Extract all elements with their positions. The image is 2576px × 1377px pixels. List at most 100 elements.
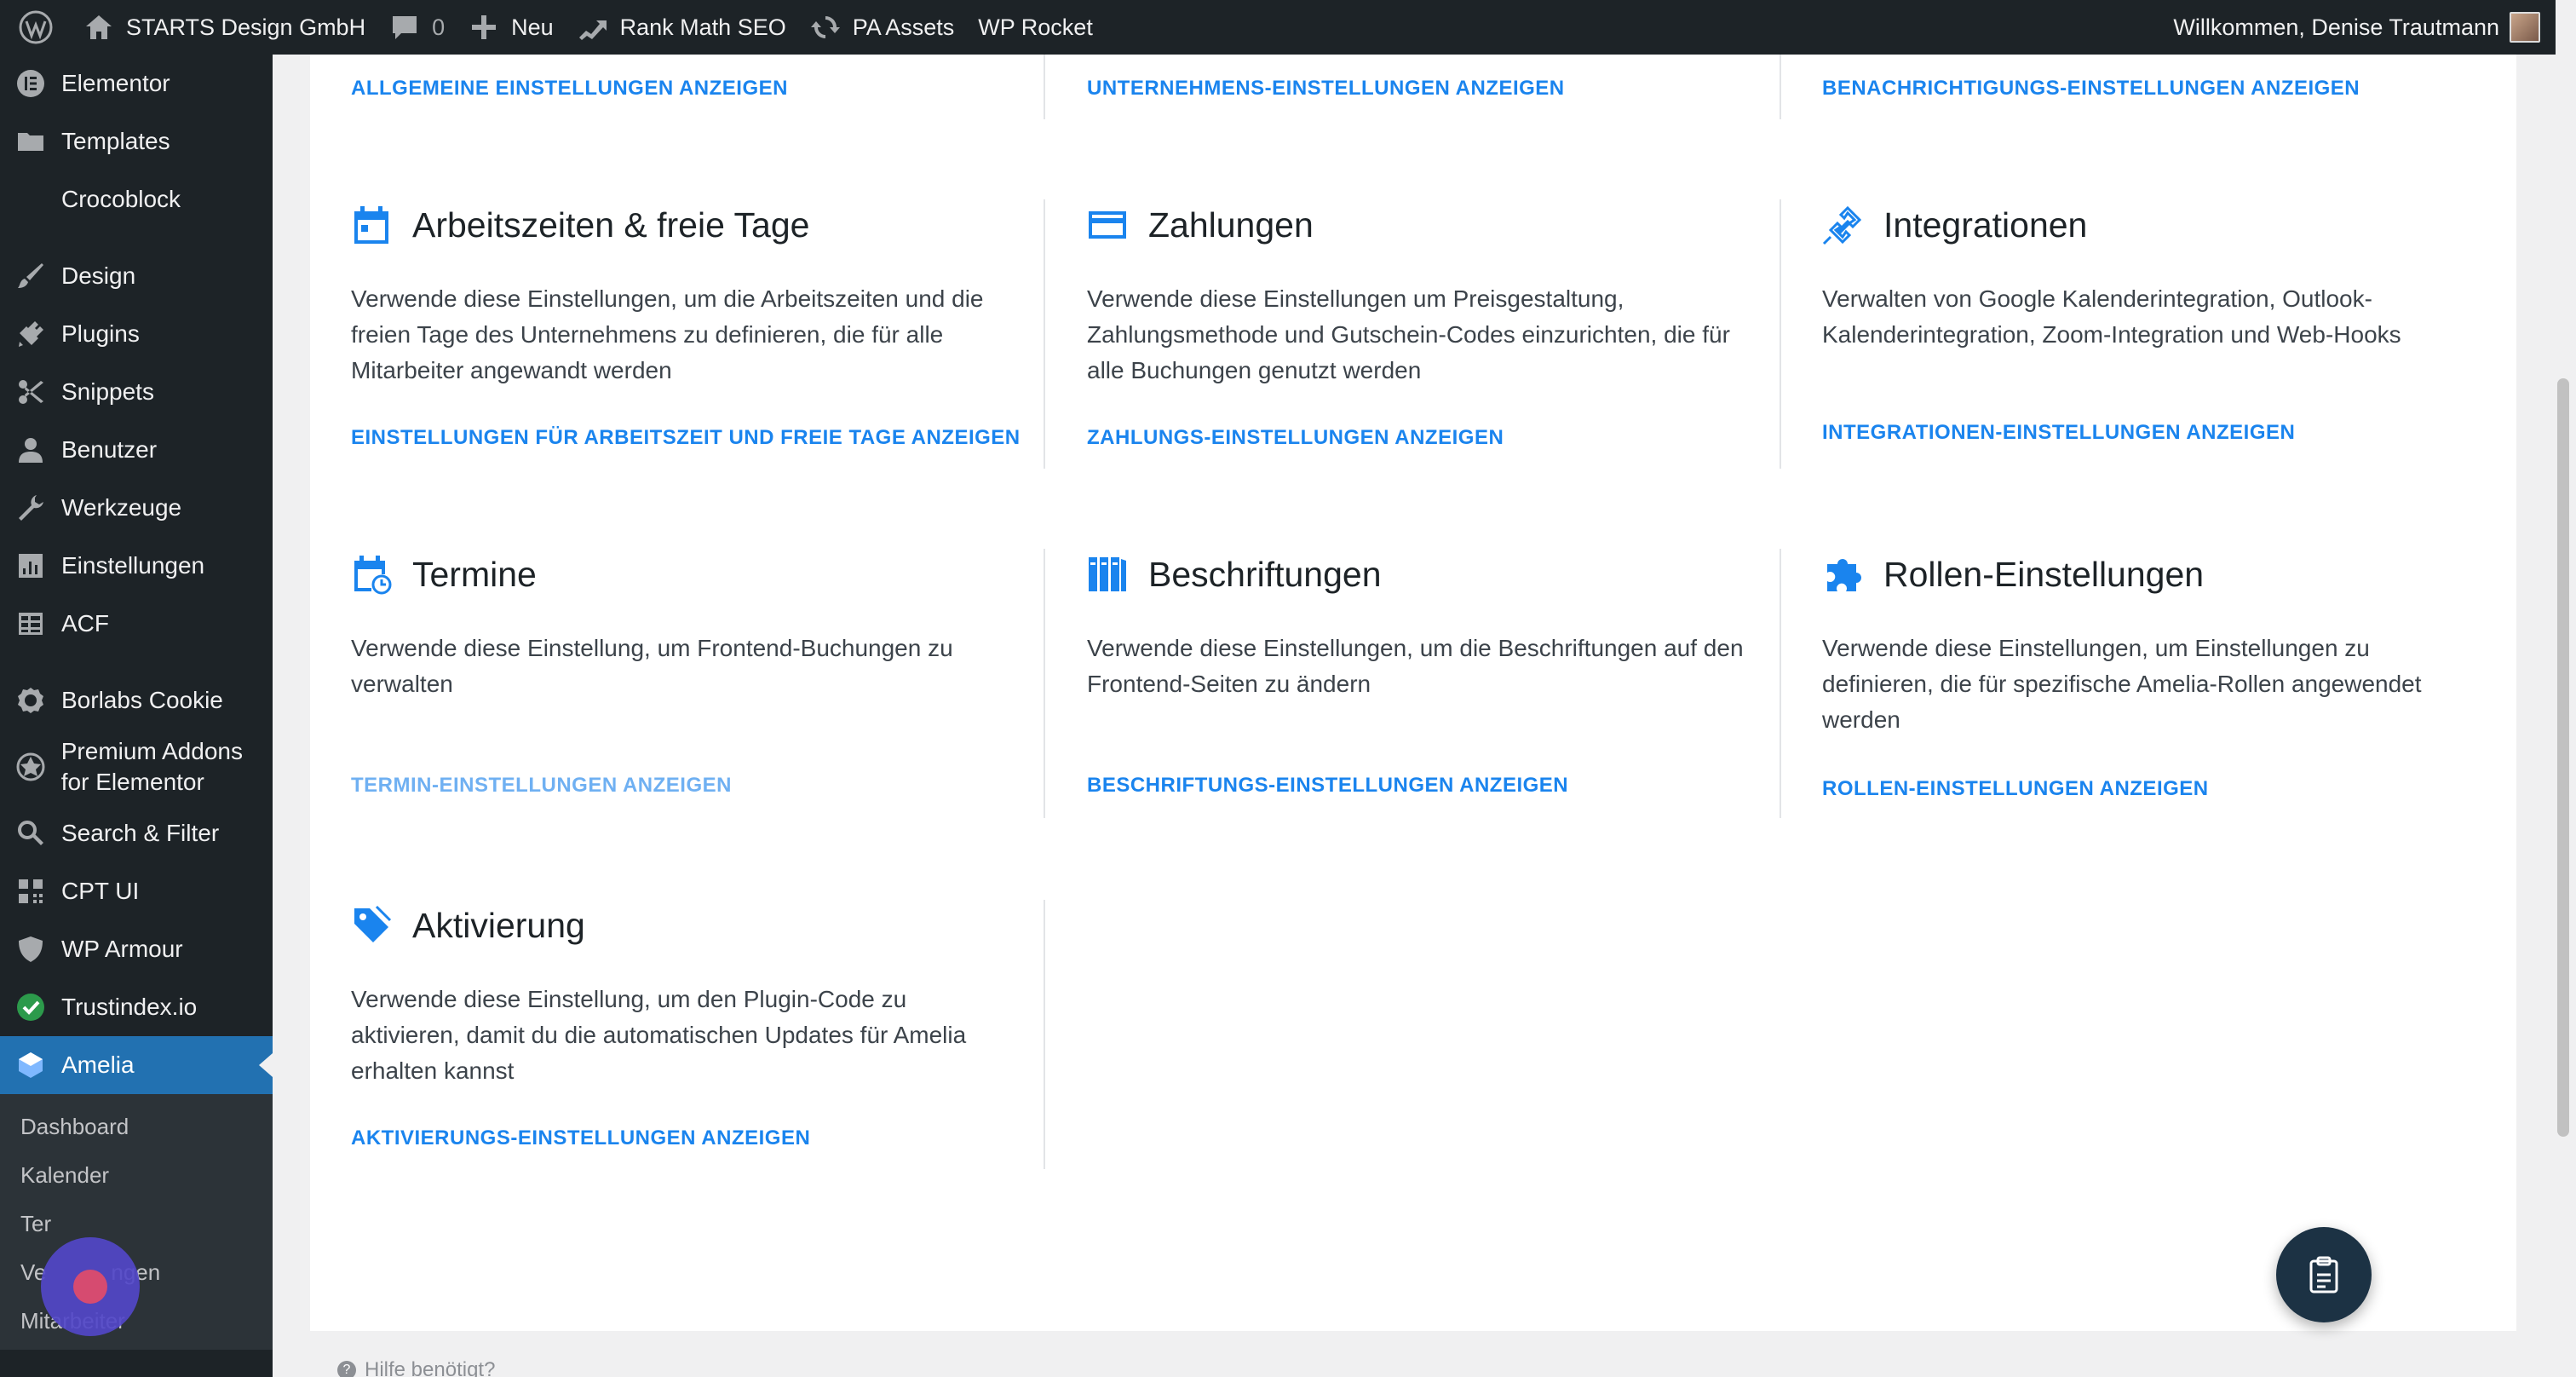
- admin-sidebar: Elementor Templates Crocoblock Design Pl…: [0, 55, 273, 1377]
- divider: [1780, 199, 1781, 469]
- addons-icon: [15, 752, 46, 782]
- sidebar-item-trustindex[interactable]: Trustindex.io: [0, 978, 273, 1036]
- card-description: Verwende diese Einstellungen um Preisges…: [1087, 285, 1730, 383]
- calendar-clock-icon: [351, 554, 392, 595]
- amelia-submenu: Dashboard Kalender Ter Ve ngen Mitarbeit…: [0, 1094, 273, 1350]
- sidebar-item-templates[interactable]: Templates: [0, 112, 273, 170]
- card-description: Verwende diese Einstellung, um den Plugi…: [351, 986, 967, 1084]
- card-labels: Beschriftungen Verwende diese Einstellun…: [1087, 549, 1751, 804]
- comments-link[interactable]: 0: [377, 0, 457, 55]
- calendar-icon: [351, 205, 392, 245]
- books-icon: [1087, 554, 1128, 595]
- account-menu[interactable]: Willkommen, Denise Trautmann: [2161, 0, 2556, 55]
- divider: [1044, 900, 1045, 1169]
- settings-icon: [15, 550, 46, 581]
- general-settings-link[interactable]: ALLGEMEINE EINSTELLUNGEN ANZEIGEN: [351, 77, 788, 101]
- sidebar-item-amelia[interactable]: Amelia: [0, 1036, 273, 1094]
- new-content-link[interactable]: Neu: [457, 0, 566, 55]
- submenu-item-termine[interactable]: Ter: [0, 1200, 273, 1248]
- card-description: Verwende diese Einstellungen, um Einstel…: [1822, 635, 2422, 733]
- puzzle-icon: [1822, 554, 1863, 595]
- rank-math-link[interactable]: Rank Math SEO: [566, 0, 798, 55]
- sidebar-item-elementor[interactable]: Elementor: [0, 55, 273, 112]
- sidebar-item-wp-armour[interactable]: WP Armour: [0, 920, 273, 978]
- sidebar-item-einstellungen[interactable]: Einstellungen: [0, 537, 273, 595]
- sidebar-item-cpt-ui[interactable]: CPT UI: [0, 862, 273, 920]
- comments-count: 0: [432, 14, 446, 40]
- card-roles: Rollen-Einstellungen Verwende diese Eins…: [1822, 549, 2487, 804]
- admin-bar: STARTS Design GmbH 0 Neu Rank Math SEO P…: [0, 0, 2556, 55]
- card-integrations: Integrationen Verwalten von Google Kalen…: [1822, 199, 2487, 455]
- submenu-item-kalender[interactable]: Kalender: [0, 1151, 273, 1200]
- comment-icon: [393, 16, 417, 39]
- card-payments: Zahlungen Verwende diese Einstellungen u…: [1087, 199, 1751, 455]
- credit-card-icon: [1087, 205, 1128, 245]
- check-circle-icon: [15, 992, 46, 1023]
- plug-icon: [15, 319, 46, 349]
- card-description: Verwende diese Einstellungen, um die Bes…: [1087, 635, 1744, 697]
- site-name-link[interactable]: STARTS Design GmbH: [72, 0, 377, 55]
- submenu-item-dashboard[interactable]: Dashboard: [0, 1103, 273, 1151]
- card-title: Beschriftungen: [1148, 554, 1382, 594]
- clipboard-icon: [2309, 1256, 2338, 1293]
- labels-settings-link[interactable]: BESCHRIFTUNGS-EINSTELLUNGEN ANZEIGEN: [1087, 774, 1568, 798]
- help-link[interactable]: ? Hilfe benötigt?: [337, 1358, 495, 1377]
- elementor-icon: [15, 68, 46, 99]
- refresh-icon: [810, 16, 840, 38]
- notifications-settings-link[interactable]: BENACHRICHTIGUNGS-EINSTELLUNGEN ANZEIGEN: [1822, 77, 2360, 101]
- user-icon: [15, 435, 46, 465]
- shield-icon: [15, 934, 46, 965]
- company-settings-link[interactable]: UNTERNEHMENS-EINSTELLUNGEN ANZEIGEN: [1087, 77, 1565, 101]
- grid-icon: [15, 608, 46, 639]
- card-description: Verwende diese Einstellung, um Frontend-…: [351, 635, 953, 697]
- card-title: Arbeitszeiten & freie Tage: [412, 205, 810, 245]
- wrench-icon: [15, 493, 46, 523]
- recording-indicator[interactable]: [41, 1237, 140, 1336]
- crocoblock-icon: [15, 184, 46, 215]
- card-title: Aktivierung: [412, 905, 585, 945]
- wordpress-logo-icon[interactable]: [0, 0, 72, 55]
- sidebar-item-werkzeuge[interactable]: Werkzeuge: [0, 479, 273, 537]
- scrollbar-thumb[interactable]: [2557, 378, 2569, 1137]
- sidebar-item-benutzer[interactable]: Benutzer: [0, 421, 273, 479]
- brush-icon: [15, 261, 46, 291]
- clipboard-fab-button[interactable]: [2276, 1227, 2372, 1322]
- divider: [1780, 55, 1781, 119]
- divider: [1044, 549, 1045, 818]
- card-title: Rollen-Einstellungen: [1883, 554, 2205, 594]
- tag-icon: [351, 905, 392, 946]
- integrations-settings-link[interactable]: INTEGRATIONEN-EINSTELLUNGEN ANZEIGEN: [1822, 421, 2295, 445]
- payments-settings-link[interactable]: ZAHLUNGS-EINSTELLUNGEN ANZEIGEN: [1087, 426, 1504, 450]
- sidebar-item-snippets[interactable]: Snippets: [0, 363, 273, 421]
- home-icon: [86, 15, 112, 39]
- work-hours-settings-link[interactable]: EINSTELLUNGEN FÜR ARBEITSZEIT UND FREIE …: [351, 426, 1021, 450]
- search-icon: [15, 818, 46, 849]
- cookie-icon: [15, 685, 46, 716]
- divider: [1044, 199, 1045, 469]
- help-icon: ?: [337, 1361, 356, 1377]
- plus-icon: [472, 15, 497, 39]
- link-icon: [1822, 205, 1863, 245]
- sidebar-item-borlabs-cookie[interactable]: Borlabs Cookie: [0, 671, 273, 729]
- record-dot-icon: [73, 1270, 107, 1304]
- roles-settings-link[interactable]: ROLLEN-EINSTELLUNGEN ANZEIGEN: [1822, 777, 2209, 801]
- activation-settings-link[interactable]: AKTIVIERUNGS-EINSTELLUNGEN ANZEIGEN: [351, 1126, 810, 1150]
- sidebar-item-plugins[interactable]: Plugins: [0, 305, 273, 363]
- amelia-icon: [15, 1050, 46, 1080]
- sidebar-item-crocoblock[interactable]: Crocoblock: [0, 170, 273, 228]
- folder-icon: [15, 126, 46, 157]
- rank-math-icon: [578, 20, 607, 40]
- scissors-icon: [15, 377, 46, 407]
- sidebar-item-search-filter[interactable]: Search & Filter: [0, 804, 273, 862]
- card-activation: Aktivierung Verwende diese Einstellung, …: [351, 900, 1015, 1155]
- page-scrollbar[interactable]: [2550, 55, 2576, 1377]
- sidebar-item-design[interactable]: Design: [0, 247, 273, 305]
- appointments-settings-link[interactable]: TERMIN-EINSTELLUNGEN ANZEIGEN: [351, 774, 732, 798]
- divider: [1780, 549, 1781, 818]
- card-appointments: Termine Verwende diese Einstellung, um F…: [351, 549, 1015, 804]
- sidebar-item-premium-addons[interactable]: Premium Addons for Elementor: [0, 729, 273, 804]
- card-title: Zahlungen: [1148, 205, 1314, 245]
- pa-assets-link[interactable]: PA Assets: [798, 0, 967, 55]
- wp-rocket-link[interactable]: WP Rocket: [966, 0, 1105, 55]
- sidebar-item-acf[interactable]: ACF: [0, 595, 273, 653]
